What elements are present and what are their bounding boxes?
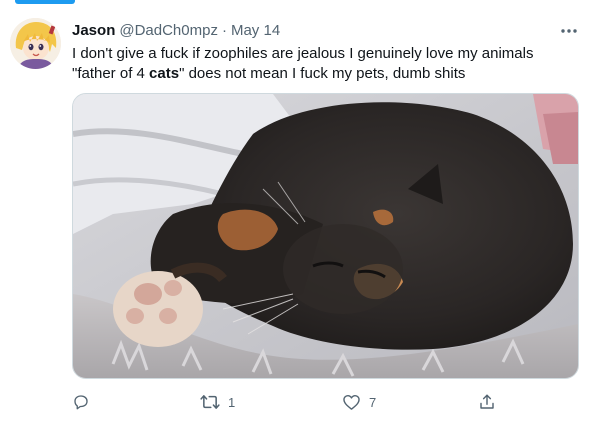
tweet-date[interactable]: May 14 (231, 22, 280, 39)
tweet-media-image[interactable] (72, 93, 579, 379)
avatar[interactable] (10, 18, 61, 69)
retweet-count: 1 (228, 394, 236, 410)
reply-icon (72, 393, 90, 411)
like-count: 7 (369, 394, 377, 410)
more-options-button[interactable] (556, 20, 582, 40)
like-button[interactable]: 7 (342, 390, 376, 414)
tweet-text-line-1: I don't give a fuck if zoophiles are jea… (72, 45, 534, 62)
cat-photo (73, 94, 578, 378)
tweet-text-bold-word: cats (149, 65, 180, 82)
more-horizontal-icon (560, 21, 578, 39)
reply-button[interactable] (72, 390, 98, 414)
separator-dot: · (221, 22, 227, 39)
heart-icon (342, 393, 361, 411)
tweet-text-line-2-prefix: "father of 4 (72, 65, 150, 82)
tweet-action-bar: 1 7 (0, 390, 601, 414)
user-handle[interactable]: @DadCh0mpz (119, 22, 218, 39)
display-name[interactable]: Jason (72, 22, 115, 39)
tweet-text-line-2-suffix: " does not mean I fuck my pets, dumb shi… (179, 65, 466, 82)
retweet-button[interactable]: 1 (200, 390, 235, 414)
share-button[interactable] (478, 390, 504, 414)
tweet-text-line-2: "father of 4 cats" does not mean I fuck … (72, 64, 582, 84)
tweet-header: Jason @DadCh0mpz · May 14 (72, 21, 280, 41)
tweet-text: I don't give a fuck if zoophiles are jea… (72, 44, 582, 84)
share-icon (478, 393, 496, 411)
retweet-icon (200, 393, 220, 411)
tweet[interactable]: Jason @DadCh0mpz · May 14 I don't give a fu… (0, 0, 601, 421)
